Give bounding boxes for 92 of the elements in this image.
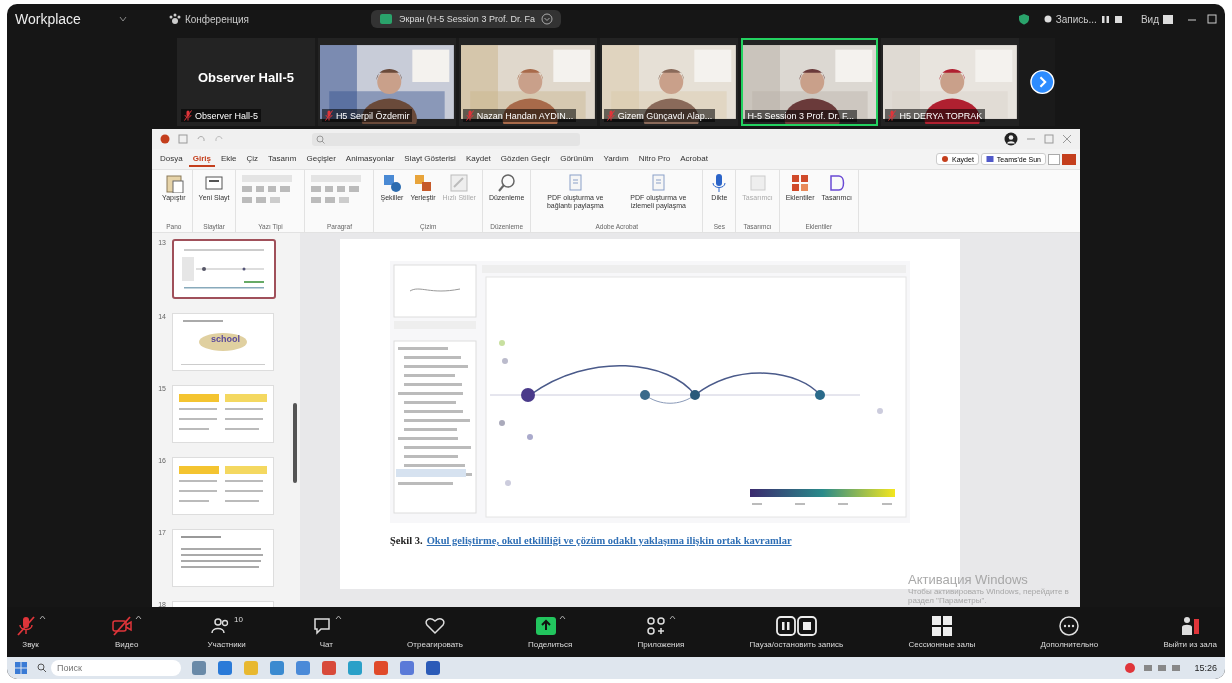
pause-icon [1100, 14, 1110, 24]
app-icon[interactable] [347, 660, 363, 676]
toolbar-button[interactable]: Приложения [633, 615, 689, 649]
search-icon [316, 134, 325, 144]
search-icon [496, 173, 517, 193]
ribbon-tab[interactable]: Animasyonlar [341, 151, 399, 167]
ribbon-tab[interactable]: Giriş [188, 151, 215, 167]
toolbar-button[interactable]: Чат [306, 615, 346, 649]
participant-name: Observer Hall-5 [196, 70, 295, 85]
app-title: Workplace [15, 11, 81, 27]
participant-name: Gizem Günçavdı Alap... [617, 110, 713, 121]
app-icon[interactable] [295, 660, 311, 676]
ribbon-tab[interactable]: Tasarım [264, 151, 301, 167]
participant-tile[interactable]: H5 DERYA TOPRAK [881, 38, 1020, 126]
participant-name: H-5 Session 3 Prof. Dr. F... [747, 111, 855, 121]
toolbar-button[interactable]: Звук [11, 615, 50, 649]
participant-name: H5 DERYA TOPRAK [899, 110, 983, 121]
record-dot-icon [941, 155, 950, 163]
ribbon-tab[interactable]: Yardım [599, 151, 633, 167]
toolbar-button[interactable]: Поделиться [524, 615, 577, 649]
app-icon[interactable] [425, 660, 441, 676]
participant-tile[interactable]: Observer Hall-5 Observer Hall-5 [177, 38, 315, 126]
meeting-menu[interactable]: Конференция [164, 11, 253, 27]
ribbon-icon [204, 173, 225, 193]
participant-name: H5 Serpil Özdemir [335, 110, 410, 121]
avatar-icon[interactable] [1004, 132, 1018, 146]
toolbar-button[interactable]: Пауза/остановить запись [745, 615, 848, 649]
ribbon-tab[interactable]: Nitro Pro [634, 151, 675, 167]
activation-notice-title: Активация Windows [908, 572, 1029, 587]
undo-icon[interactable] [196, 134, 206, 144]
caret-icon [540, 13, 553, 25]
paw-icon [168, 13, 181, 25]
toolbar-button[interactable]: 10 Участники [203, 615, 250, 649]
save-icon[interactable] [178, 134, 188, 144]
ribbon-tab[interactable]: Acrobat [676, 151, 712, 167]
app-icon[interactable] [399, 660, 415, 676]
recording-indicator[interactable]: Запись... [1039, 11, 1127, 27]
powerpoint-logo-icon [160, 134, 170, 144]
search-field[interactable] [312, 132, 580, 146]
scrollbar-thumb[interactable] [293, 403, 297, 483]
view-button[interactable]: Вид [1136, 11, 1177, 27]
shield-icon [1017, 13, 1030, 25]
maximize-icon[interactable] [1207, 14, 1217, 24]
windows-logo-icon[interactable] [15, 662, 27, 674]
participant-name: Nazan Handan AYDIN... [476, 110, 574, 121]
participant-tile[interactable]: Nazan Handan AYDIN... [458, 38, 597, 126]
record-dot-icon [1043, 15, 1052, 23]
ribbon-tab[interactable]: Görünüm [556, 151, 598, 167]
search-icon [37, 663, 47, 673]
app-icon[interactable] [373, 660, 389, 676]
search-field[interactable]: Поиск [51, 660, 181, 676]
close-icon[interactable] [1062, 134, 1072, 144]
participant-tile[interactable]: H-5 Session 3 Prof. Dr. F... [740, 38, 879, 126]
next-page-icon[interactable] [1030, 69, 1055, 95]
ribbon-tab[interactable]: Kaydet [461, 151, 495, 167]
figure-label: Şekil 3. [390, 535, 423, 546]
ribbon-icon [412, 173, 433, 193]
logo-text: school [211, 334, 240, 344]
ribbon-tab[interactable]: Geçişler [302, 151, 340, 167]
clock-time: 15:26 [1194, 663, 1217, 673]
redo-icon[interactable] [214, 134, 224, 144]
toolbar-button[interactable]: Видео [107, 615, 147, 649]
toolbar-button[interactable]: Отреагировать [403, 615, 467, 649]
presenter-icon [985, 155, 994, 163]
share-pill[interactable]: Экран (H-5 Session 3 Prof. Dr. Fa [370, 10, 561, 28]
ribbon-icon [790, 173, 811, 193]
screen-share-icon [378, 13, 393, 25]
stop-icon [1113, 14, 1123, 24]
app-icon[interactable] [217, 660, 233, 676]
ribbon-icon [449, 173, 470, 193]
figure-caption: Okul geliştirme, okul etkililiği ve çözüm odaklı yaklaşıma ilişkin ortak kavramlar [426, 535, 792, 546]
toolbar-button[interactable]: Дополнительно [1036, 615, 1103, 649]
toolbar-button[interactable]: Сессионные залы [904, 615, 980, 649]
ribbon-tab[interactable]: Slayt Gösterisi [400, 151, 460, 167]
app-icon[interactable] [191, 660, 207, 676]
ribbon-tab[interactable]: Ekle [216, 151, 241, 167]
ribbon-icon [163, 173, 184, 193]
ribbon-tab[interactable]: Gözden Geçir [496, 151, 555, 167]
participant-tile[interactable]: H5 Serpil Özdemir [317, 38, 456, 126]
ribbon-icon [747, 173, 768, 193]
participant-count: 10 [234, 615, 243, 624]
ribbon-tab[interactable]: Dosya [156, 151, 187, 167]
caret-icon[interactable] [118, 16, 127, 22]
ribbon-tab[interactable]: Çiz [242, 151, 263, 167]
app-icon[interactable] [321, 660, 337, 676]
slide-thumbnail[interactable] [172, 239, 276, 299]
ribbon-icon [381, 173, 402, 193]
participant-tile[interactable]: Gizem Günçavdı Alap... [599, 38, 738, 126]
app-icon[interactable] [269, 660, 285, 676]
slide-thumbnail[interactable]: school [172, 313, 274, 371]
participant-name: Observer Hall-5 [195, 110, 258, 121]
toolbar-button[interactable]: Выйти из зала [1159, 615, 1221, 649]
